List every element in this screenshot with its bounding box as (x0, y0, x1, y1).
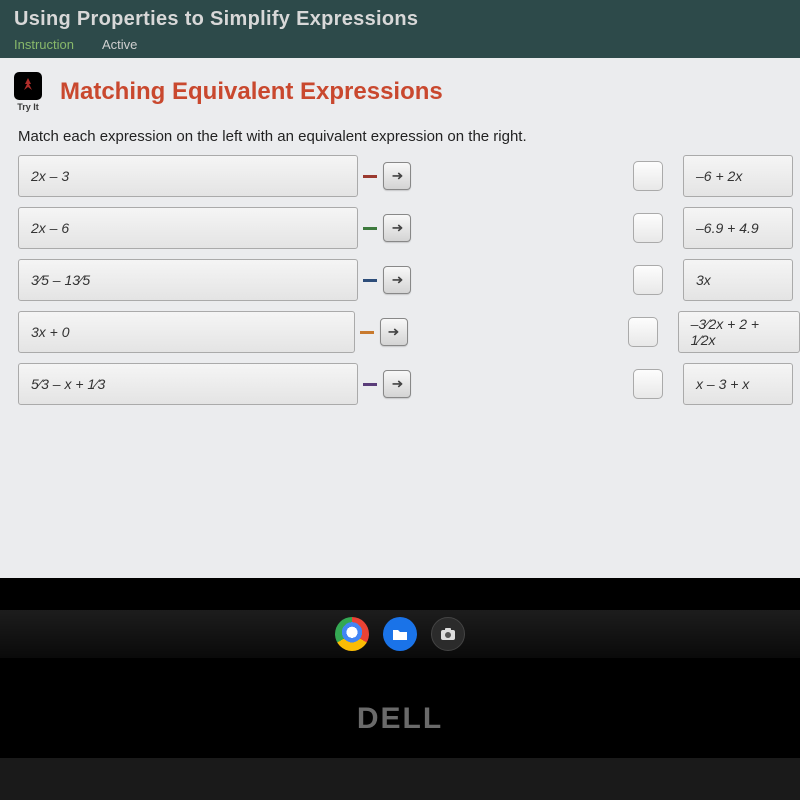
instruction-text: Match each expression on the left with a… (0, 122, 800, 155)
drag-handle[interactable]: ➜ (383, 162, 411, 190)
taskbar (0, 610, 800, 658)
brand-logo: DELL (357, 702, 443, 736)
left-expression[interactable]: 2x – 6 (18, 207, 358, 249)
drop-target[interactable] (633, 213, 663, 243)
match-list: 2x – 3 ➜ –6 + 2x 2x – 6 ➜ –6.9 + 4.9 (0, 155, 800, 435)
arrow-icon: ➜ (391, 272, 403, 288)
match-row: 3⁄5 – 13⁄5 ➜ 3x (18, 259, 800, 301)
left-expression[interactable]: 3x + 0 (18, 311, 355, 353)
tab-instruction[interactable]: Instruction (14, 37, 74, 52)
right-expression[interactable]: x – 3 + x (683, 363, 793, 405)
camera-icon[interactable] (431, 617, 465, 651)
drag-handle[interactable]: ➜ (383, 214, 411, 242)
left-expression[interactable]: 2x – 3 (18, 155, 358, 197)
drop-target[interactable] (633, 369, 663, 399)
right-expression[interactable]: 3x (683, 259, 793, 301)
chrome-icon[interactable] (335, 617, 369, 651)
right-expression[interactable]: –6 + 2x (683, 155, 793, 197)
drop-target[interactable] (633, 161, 663, 191)
drag-handle[interactable]: ➜ (380, 318, 408, 346)
right-expression[interactable]: –6.9 + 4.9 (683, 207, 793, 249)
tryit-icon (14, 72, 42, 100)
drag-handle[interactable]: ➜ (383, 266, 411, 294)
files-icon[interactable] (383, 617, 417, 651)
section-title: Matching Equivalent Expressions (60, 78, 443, 106)
right-expression[interactable]: –3⁄2x + 2 + 1⁄2x (678, 311, 800, 353)
arrow-icon: ➜ (391, 220, 403, 236)
tryit-badge: Try It (14, 72, 42, 112)
left-expression[interactable]: 5⁄3 – x + 1⁄3 (18, 363, 358, 405)
drop-target[interactable] (628, 317, 658, 347)
page-title: Using Properties to Simplify Expressions (14, 8, 786, 31)
tab-active[interactable]: Active (102, 37, 137, 52)
arrow-icon: ➜ (391, 376, 403, 392)
match-row: 2x – 6 ➜ –6.9 + 4.9 (18, 207, 800, 249)
match-row: 3x + 0 ➜ –3⁄2x + 2 + 1⁄2x (18, 311, 800, 353)
content-panel: Try It Matching Equivalent Expressions M… (0, 58, 800, 578)
left-expression[interactable]: 3⁄5 – 13⁄5 (18, 259, 358, 301)
arrow-icon: ➜ (388, 324, 400, 340)
tab-row: Instruction Active (0, 31, 800, 58)
connector-line (363, 227, 377, 230)
connector-line (363, 175, 377, 178)
bezel: DELL (0, 578, 800, 758)
drop-target[interactable] (633, 265, 663, 295)
connector-line (363, 279, 377, 282)
tryit-label: Try It (17, 102, 39, 112)
match-row: 5⁄3 – x + 1⁄3 ➜ x – 3 + x (18, 363, 800, 405)
match-row: 2x – 3 ➜ –6 + 2x (18, 155, 800, 197)
connector-line (360, 331, 374, 334)
connector-line (363, 383, 377, 386)
arrow-icon: ➜ (391, 168, 403, 184)
drag-handle[interactable]: ➜ (383, 370, 411, 398)
